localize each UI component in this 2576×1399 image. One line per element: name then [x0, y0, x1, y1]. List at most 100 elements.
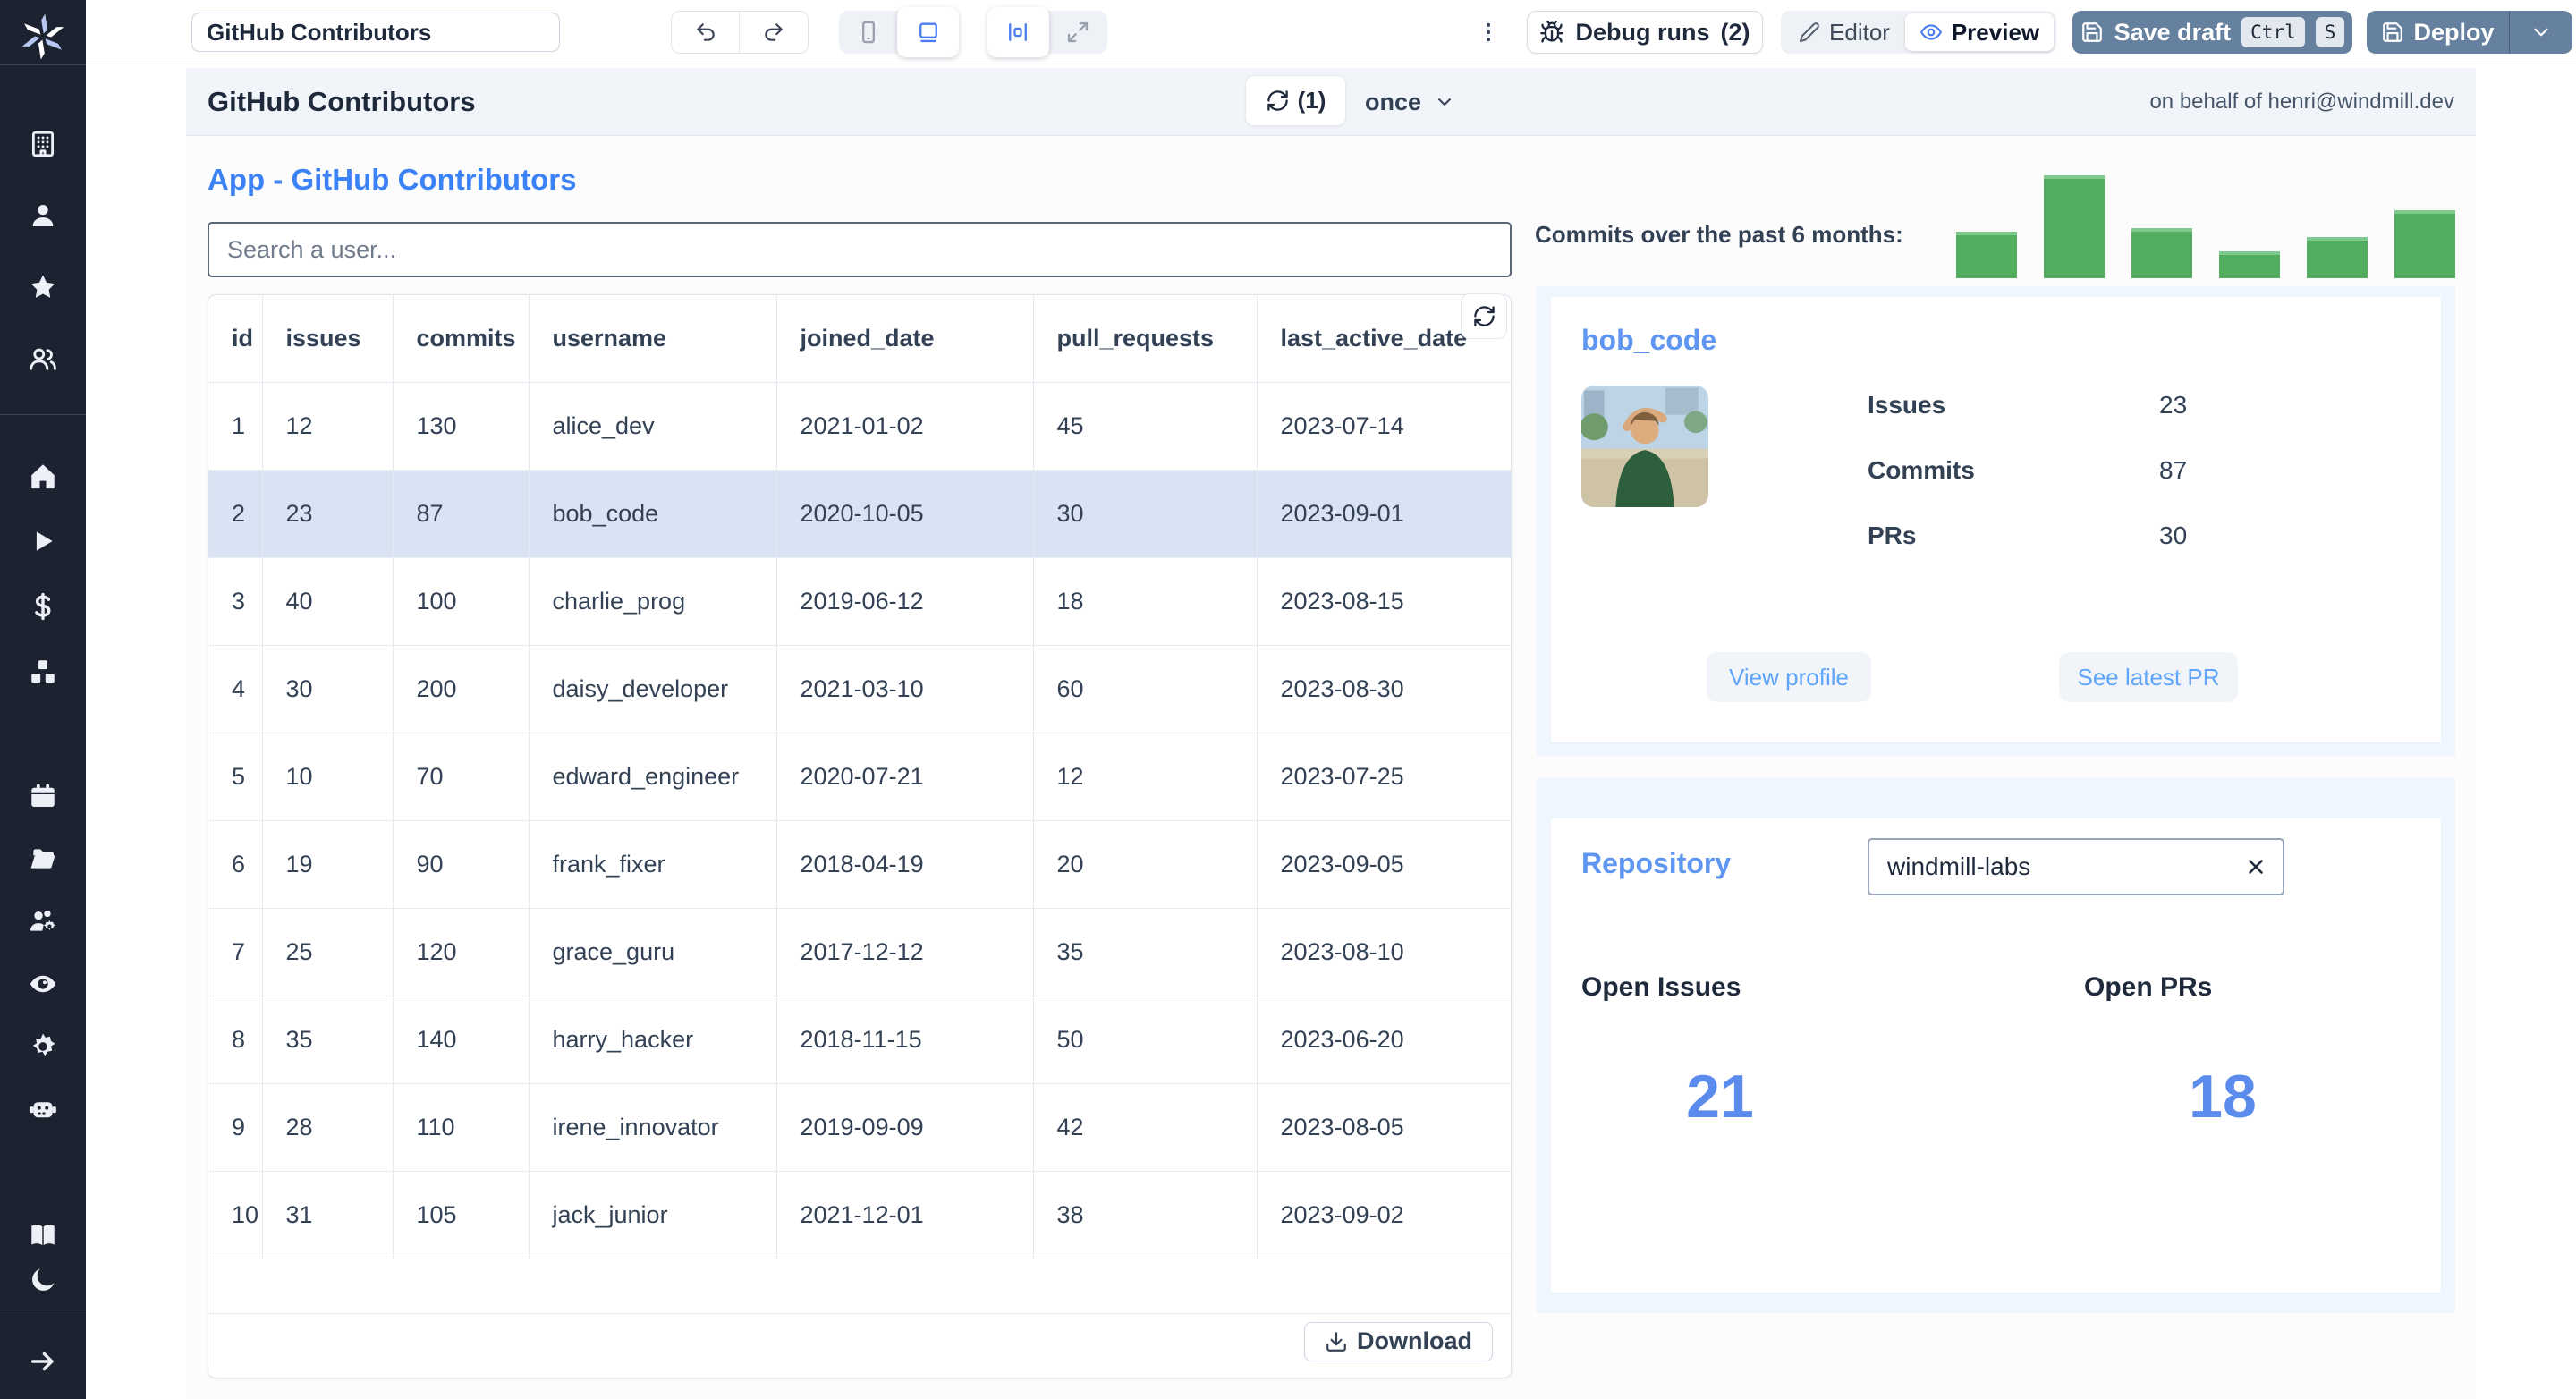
- commit-bar: [1956, 232, 2017, 278]
- sidebar-item-users-gear-icon[interactable]: [0, 890, 86, 953]
- table-cell: 120: [393, 908, 530, 996]
- app-refresh-button[interactable]: (1): [1245, 75, 1346, 126]
- repository-input[interactable]: [1868, 838, 2284, 895]
- preview-tab-label: Preview: [1951, 18, 2040, 46]
- table-cell: 10: [208, 1171, 263, 1259]
- app-title-input[interactable]: [191, 13, 560, 52]
- windmill-logo-icon[interactable]: [0, 9, 86, 64]
- more-menu-button[interactable]: [1470, 11, 1506, 54]
- smartphone-icon: [861, 21, 875, 44]
- table-cell: 20: [1033, 820, 1258, 909]
- sidebar-item-building-icon[interactable]: [0, 108, 86, 180]
- debug-runs-count: (2): [1720, 18, 1750, 46]
- sidebar-item-home-icon[interactable]: [0, 443, 86, 508]
- table-refresh-button[interactable]: [1461, 293, 1507, 339]
- sidebar-item-eye-icon[interactable]: [0, 953, 86, 1015]
- commits-chart-title: Commits over the past 6 months:: [1535, 221, 1903, 248]
- sidebar: [0, 0, 86, 1399]
- maximize-icon: [1068, 21, 1089, 43]
- save-draft-button[interactable]: Save draft Ctrl S: [2072, 11, 2352, 54]
- table-row[interactable]: 7 25 120 grace_guru 2017-12-12 35 2023-08-10: [208, 908, 1511, 996]
- table-row[interactable]: 6 19 90 frank_fixer 2018-04-19 20 2023-09-05: [208, 820, 1511, 909]
- sidebar-group-workspace: [0, 108, 86, 394]
- commit-bar: [2307, 237, 2368, 278]
- table-cell: 2023-09-02: [1257, 1171, 1511, 1259]
- table-row[interactable]: 1 12 130 alice_dev 2021-01-02 45 2023-07-14: [208, 382, 1511, 471]
- undo-button[interactable]: [672, 12, 740, 53]
- sidebar-item-robot-icon[interactable]: [0, 1078, 86, 1140]
- user-panel: bob_code Issues 23 Commits 87 PRs 30 Vie…: [1537, 286, 2455, 756]
- table-row[interactable]: 3 40 100 charlie_prog 2019-06-12 18 2023-08-15: [208, 557, 1511, 646]
- on-behalf-text: on behalf of henri@windmill.dev: [2149, 89, 2454, 114]
- table-cell: 19: [262, 820, 394, 909]
- contributors-table: id issues commits username joined_date pull_r…: [208, 295, 1511, 1259]
- redo-icon: [765, 23, 783, 41]
- table-cell: alice_dev: [529, 382, 777, 471]
- sidebar-item-arrow-right-icon[interactable]: [0, 1338, 86, 1385]
- redo-button[interactable]: [740, 12, 808, 53]
- download-button[interactable]: Download: [1304, 1321, 1493, 1361]
- table-cell: 2019-06-12: [776, 557, 1034, 646]
- table-cell: bob_code: [529, 470, 777, 558]
- table-cell: 30: [1033, 470, 1258, 558]
- table-row[interactable]: 5 10 70 edward_engineer 2020-07-21 12 2023-07-…: [208, 733, 1511, 821]
- deploy-label: Deploy: [2413, 18, 2495, 46]
- table-row[interactable]: 2 23 87 bob_code 2020-10-05 30 2023-09-01: [208, 470, 1511, 558]
- fullwidth-layout-button[interactable]: [1049, 11, 1107, 54]
- table-row[interactable]: 4 30 200 daisy_developer 2021-03-10 60 2023-08…: [208, 645, 1511, 733]
- column-header-id: id: [208, 295, 263, 383]
- avatar: [1581, 386, 1708, 507]
- view-profile-button[interactable]: View profile: [1707, 652, 1871, 702]
- search-input[interactable]: [208, 222, 1512, 277]
- table-cell: 35: [262, 996, 394, 1084]
- desktop-view-button[interactable]: [897, 7, 959, 57]
- table-cell: 7: [208, 908, 263, 996]
- chevron-down-icon: [1438, 98, 1452, 106]
- sidebar-item-play-icon[interactable]: [0, 508, 86, 573]
- column-header-pull_requests: pull_requests: [1033, 295, 1258, 383]
- table-cell: 2021-01-02: [776, 382, 1034, 471]
- table-footer: Download: [208, 1312, 1511, 1369]
- sidebar-item-dollar-icon[interactable]: [0, 573, 86, 639]
- sidebar-item-folder-open-icon[interactable]: [0, 827, 86, 890]
- table-cell: 2019-09-09: [776, 1083, 1034, 1172]
- sidebar-item-moon-icon[interactable]: [0, 1258, 86, 1302]
- editor-tab[interactable]: Editor: [1784, 13, 1905, 51]
- table-row[interactable]: 10 31 105 jack_junior 2021-12-01 38 2023-09-02: [208, 1171, 1511, 1259]
- clear-repository-button[interactable]: [2240, 851, 2272, 883]
- table-cell: 2023-08-05: [1257, 1083, 1511, 1172]
- table-cell: 35: [1033, 908, 1258, 996]
- sidebar-item-users-icon[interactable]: [0, 323, 86, 394]
- eye-icon: [1919, 24, 1942, 40]
- schedule-select[interactable]: once: [1365, 68, 1455, 136]
- app-heading: App - GitHub Contributors: [208, 163, 577, 196]
- table-cell: daisy_developer: [529, 645, 777, 733]
- see-latest-pr-button[interactable]: See latest PR: [2059, 652, 2238, 702]
- table-row[interactable]: 8 35 140 harry_hacker 2018-11-15 50 2023-06-20: [208, 996, 1511, 1084]
- sidebar-item-user-icon[interactable]: [0, 180, 86, 251]
- refresh-icon: [1267, 90, 1288, 111]
- table-cell: 2021-03-10: [776, 645, 1034, 733]
- deploy-options-button[interactable]: [2510, 11, 2572, 54]
- debug-runs-button[interactable]: Debug runs (2): [1527, 11, 1763, 54]
- sidebar-item-cubes-icon[interactable]: [0, 639, 86, 704]
- sidebar-item-gear-icon[interactable]: [0, 1015, 86, 1078]
- table-cell: 200: [393, 645, 530, 733]
- sidebar-item-calendar-icon[interactable]: [0, 765, 86, 827]
- table-cell: charlie_prog: [529, 557, 777, 646]
- mobile-view-button[interactable]: [839, 11, 897, 54]
- table-empty-band: [208, 1259, 1511, 1313]
- table-cell: 2023-06-20: [1257, 996, 1511, 1084]
- sidebar-item-book-open-icon[interactable]: [0, 1213, 86, 1258]
- table-cell: 2023-08-15: [1257, 557, 1511, 646]
- save-icon: [2081, 22, 2102, 42]
- deploy-button[interactable]: Deploy: [2367, 11, 2509, 54]
- sidebar-item-star-icon[interactable]: [0, 251, 86, 323]
- table-cell: 31: [262, 1171, 394, 1259]
- undo-redo-group: [671, 11, 809, 54]
- open-issues-value: 21: [1686, 1063, 1754, 1131]
- table-row[interactable]: 9 28 110 irene_innovator 2019-09-09 42 2023-08…: [208, 1083, 1511, 1172]
- center-layout-button[interactable]: [987, 7, 1049, 57]
- table-cell: 9: [208, 1083, 263, 1172]
- preview-tab[interactable]: Preview: [1905, 13, 2054, 51]
